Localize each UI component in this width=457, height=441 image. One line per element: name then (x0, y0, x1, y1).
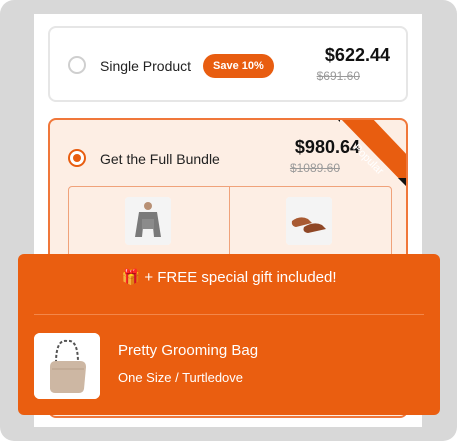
bundle-radio[interactable] (68, 149, 86, 167)
bag-icon (34, 333, 100, 399)
gift-product-image (34, 333, 100, 399)
save-badge: Save 10% (203, 54, 274, 78)
sweater-product-icon (125, 197, 171, 245)
single-product-label: Single Product (100, 58, 192, 74)
gift-headline-text: + FREE special gift included! (144, 269, 337, 286)
widget-frame: Single Product Save 10% $622.44 $691.60 … (0, 0, 457, 441)
free-gift-panel: 🎁 + FREE special gift included! Pretty G… (18, 254, 440, 415)
bundle-compare-price: $1089.60 (289, 161, 340, 175)
gift-product-name: Pretty Grooming Bag (118, 342, 259, 359)
single-product-price: $622.44 (324, 45, 390, 65)
bundle-label: Get the Full Bundle (100, 151, 220, 167)
gift-headline: 🎁 + FREE special gift included! (18, 268, 440, 286)
single-product-option[interactable]: Single Product Save 10% $622.44 $691.60 (48, 26, 408, 102)
gift-product-variant: One Size / Turtledove (118, 370, 244, 385)
shoes-product-icon (286, 197, 332, 245)
gift-icon: 🎁 (121, 269, 141, 286)
gift-divider (34, 314, 424, 315)
single-product-compare-price: $691.60 (316, 69, 360, 83)
single-product-radio[interactable] (68, 56, 86, 74)
